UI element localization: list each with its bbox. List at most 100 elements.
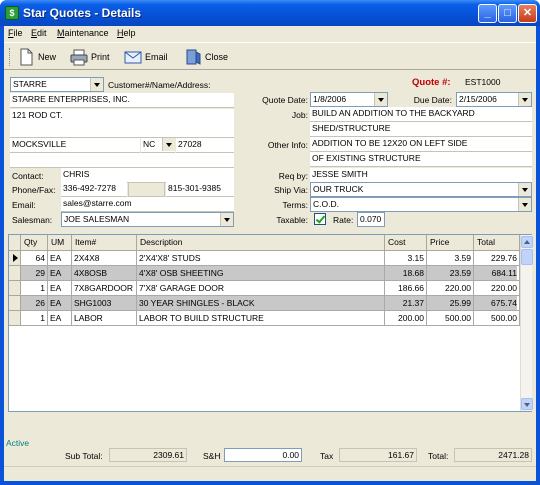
cell-price[interactable]: 23.59 (427, 266, 474, 281)
column-header-um[interactable]: UM (48, 235, 72, 251)
column-header-total[interactable]: Total (474, 235, 520, 251)
print-button[interactable]: Print (70, 47, 110, 67)
cell-item[interactable]: LABOR (72, 311, 137, 326)
menu-edit[interactable]: Edit (31, 28, 47, 38)
chevron-down-icon[interactable] (518, 93, 531, 106)
new-button[interactable]: New (17, 47, 56, 67)
cell-description[interactable]: 7'X8' GARAGE DOOR (137, 281, 385, 296)
taxable-checkbox[interactable] (314, 213, 326, 225)
cell-total[interactable]: 229.76 (474, 251, 520, 266)
customer-code-select[interactable]: STARRE (10, 77, 104, 92)
column-header-description[interactable]: Description (137, 235, 385, 251)
phone-ext-field[interactable] (128, 182, 165, 197)
row-selector[interactable] (9, 311, 21, 326)
cell-cost[interactable]: 21.37 (385, 296, 427, 311)
grid-vertical-scrollbar[interactable] (520, 235, 533, 411)
cell-item[interactable]: SHG1003 (72, 296, 137, 311)
customer-zip-field[interactable]: 27028 (176, 138, 234, 153)
due-date-select[interactable]: 2/15/2006 (456, 92, 532, 107)
cell-item[interactable]: 7X8GARDOOR (72, 281, 137, 296)
chevron-down-icon[interactable] (518, 198, 531, 211)
cell-total[interactable]: 500.00 (474, 311, 520, 326)
cell-qty[interactable]: 1 (21, 281, 48, 296)
customer-name-field[interactable]: STARRE ENTERPRISES, INC. (10, 93, 234, 108)
cell-description[interactable]: LABOR TO BUILD STRUCTURE (137, 311, 385, 326)
table-row[interactable]: 1 EA 7X8GARDOOR 7'X8' GARAGE DOOR 186.66 220.… (9, 281, 520, 296)
cell-price[interactable]: 3.59 (427, 251, 474, 266)
cell-description[interactable]: 2'X4'X8' STUDS (137, 251, 385, 266)
cell-price[interactable]: 220.00 (427, 281, 474, 296)
cell-price[interactable]: 500.00 (427, 311, 474, 326)
fax-field[interactable]: 815-301-9385 (166, 182, 234, 197)
cell-item[interactable]: 2X4X8 (72, 251, 137, 266)
phone-field[interactable]: 336-492-7278 (61, 182, 127, 197)
cell-qty[interactable]: 1 (21, 311, 48, 326)
customer-address2-field[interactable] (10, 123, 234, 138)
scroll-down-icon[interactable] (521, 398, 533, 410)
table-row[interactable]: 29 EA 4X8OSB 4'X8' OSB SHEETING 18.68 23.59 68… (9, 266, 520, 281)
menu-maintenance[interactable]: Maintenance (57, 28, 109, 38)
table-row[interactable]: 1 EA LABOR LABOR TO BUILD STRUCTURE 200.00 50… (9, 311, 520, 326)
menu-file[interactable]: File (8, 28, 23, 38)
chevron-down-icon[interactable] (162, 138, 175, 151)
table-row[interactable]: 64 EA 2X4X8 2'X4'X8' STUDS 3.15 3.59 229.76 (9, 251, 520, 266)
chevron-down-icon[interactable] (220, 213, 233, 226)
chevron-down-icon[interactable] (90, 78, 103, 91)
salesman-select[interactable]: JOE SALESMAN (61, 212, 234, 227)
customer-city-field[interactable]: MOCKSVILLE (10, 138, 140, 153)
row-selector[interactable] (9, 281, 21, 296)
job-line2-field[interactable]: SHED/STRUCTURE (310, 122, 532, 137)
cell-cost[interactable]: 200.00 (385, 311, 427, 326)
row-selector[interactable] (9, 251, 21, 266)
rate-field[interactable]: 0.070 (357, 212, 385, 227)
toolbar-grip[interactable] (9, 48, 12, 66)
other-info-line2-field[interactable]: OF EXISTING STRUCTURE (310, 152, 532, 167)
customer-address1-field[interactable]: 121 ROD CT. (10, 109, 234, 124)
cell-qty[interactable]: 26 (21, 296, 48, 311)
chevron-down-icon[interactable] (374, 93, 387, 106)
title-bar[interactable]: $ Star Quotes - Details _ □ ✕ (0, 0, 540, 26)
cell-item[interactable]: 4X8OSB (72, 266, 137, 281)
email-field[interactable]: sales@starre.com (61, 197, 234, 212)
ship-via-select[interactable]: OUR TRUCK (310, 182, 532, 197)
quote-date-select[interactable]: 1/8/2006 (310, 92, 388, 107)
cell-um[interactable]: EA (48, 281, 72, 296)
menu-help[interactable]: Help (117, 28, 136, 38)
req-by-field[interactable]: JESSE SMITH (310, 168, 532, 183)
column-header-item[interactable]: Item# (72, 235, 137, 251)
chevron-down-icon[interactable] (518, 183, 531, 196)
cell-um[interactable]: EA (48, 266, 72, 281)
s-and-h-field[interactable]: 0.00 (224, 448, 302, 462)
cell-cost[interactable]: 18.68 (385, 266, 427, 281)
cell-price[interactable]: 25.99 (427, 296, 474, 311)
close-window-button[interactable]: ✕ (518, 4, 537, 23)
email-button[interactable]: Email (124, 47, 168, 67)
cell-cost[interactable]: 3.15 (385, 251, 427, 266)
column-header-qty[interactable]: Qty (21, 235, 48, 251)
scroll-up-icon[interactable] (521, 236, 533, 248)
cell-qty[interactable]: 29 (21, 266, 48, 281)
cell-um[interactable]: EA (48, 251, 72, 266)
column-header-cost[interactable]: Cost (385, 235, 427, 251)
cell-um[interactable]: EA (48, 311, 72, 326)
cell-cost[interactable]: 186.66 (385, 281, 427, 296)
cell-total[interactable]: 220.00 (474, 281, 520, 296)
cell-total[interactable]: 684.11 (474, 266, 520, 281)
table-row[interactable]: 26 EA SHG1003 30 YEAR SHINGLES - BLACK 21.37… (9, 296, 520, 311)
cell-description[interactable]: 4'X8' OSB SHEETING (137, 266, 385, 281)
row-selector[interactable] (9, 296, 21, 311)
contact-field[interactable]: CHRIS (61, 168, 234, 183)
cell-um[interactable]: EA (48, 296, 72, 311)
cell-description[interactable]: 30 YEAR SHINGLES - BLACK (137, 296, 385, 311)
column-header-price[interactable]: Price (427, 235, 474, 251)
maximize-button[interactable]: □ (498, 4, 517, 23)
scroll-thumb[interactable] (521, 249, 533, 265)
job-line1-field[interactable]: BUILD AN ADDITION TO THE BACKYARD (310, 107, 532, 122)
cell-total[interactable]: 675.74 (474, 296, 520, 311)
customer-extra-field[interactable] (10, 153, 234, 168)
cell-qty[interactable]: 64 (21, 251, 48, 266)
terms-select[interactable]: C.O.D. (310, 197, 532, 212)
minimize-button[interactable]: _ (478, 4, 497, 23)
row-selector[interactable] (9, 266, 21, 281)
other-info-line1-field[interactable]: ADDITION TO BE 12X20 ON LEFT SIDE (310, 137, 532, 152)
